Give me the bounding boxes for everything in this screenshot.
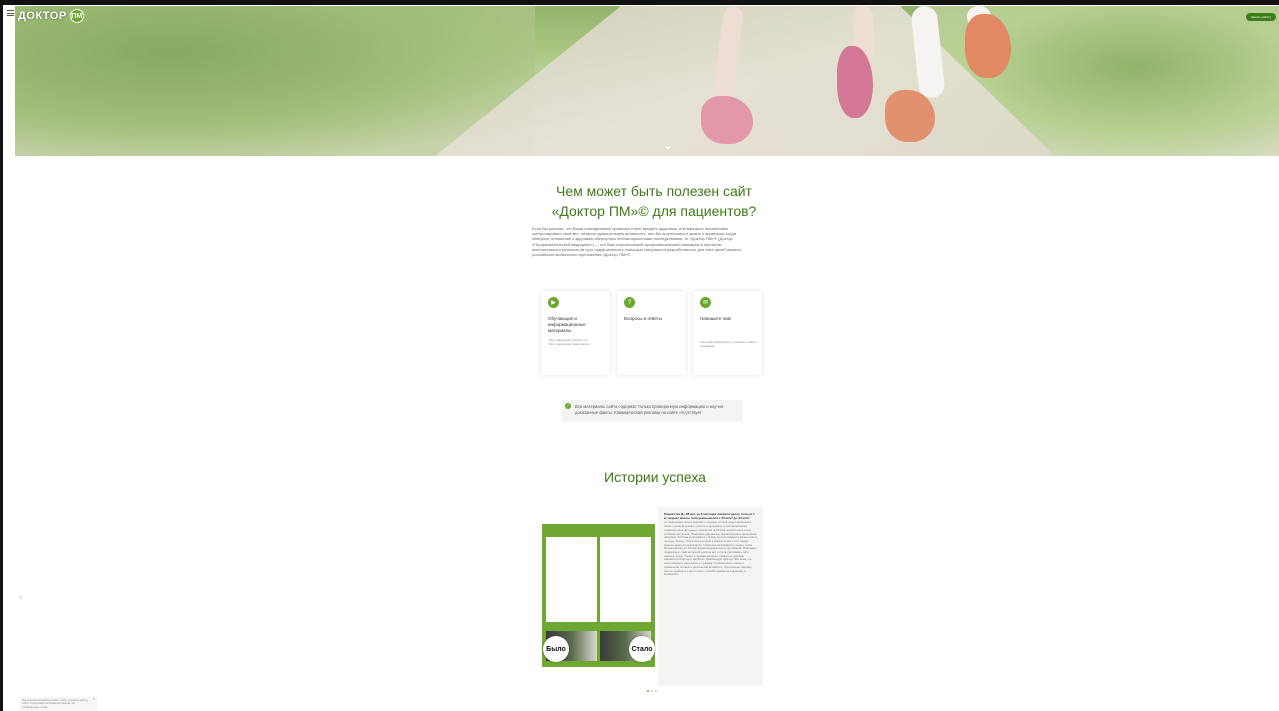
logo-badge: ПМ [69, 9, 84, 23]
card-text: Представьте Ваш вопрос и уточнения о сай… [700, 341, 758, 348]
play-icon: ▶ [548, 297, 559, 308]
header-action-button[interactable]: Начать работу [1246, 13, 1276, 21]
logo-text: ДОКТОР [18, 10, 67, 22]
card-bullets: Все о материалах для всех тем Все о мате… [548, 339, 606, 346]
before-photo-frame [546, 537, 597, 622]
card-bullet[interactable]: Все о материалах профилактики [548, 343, 606, 347]
info-note-text: Все материалы сайта содержат только пров… [575, 404, 725, 415]
cookie-banner: Мы используем файлы cookie, чтобы улучши… [19, 696, 97, 711]
menu-icon[interactable] [7, 10, 14, 16]
cookie-text: Мы используем файлы cookie, чтобы улучши… [22, 699, 89, 709]
slider-dot[interactable] [651, 690, 653, 692]
card-title: Обучающие и информационные материалы [548, 316, 586, 333]
chevron-down-icon[interactable]: ⌄ [663, 138, 673, 152]
after-label: Стало [629, 636, 655, 662]
card-materials[interactable]: ▶ Обучающие и информационные материалы В… [541, 291, 610, 654]
after-photo-frame [600, 537, 651, 622]
hero-overlay [15, 6, 1279, 156]
card-title: Вопросы и ответы [624, 316, 662, 321]
check-icon: ✓ [565, 403, 571, 409]
stories-title: Истории успеха [604, 469, 706, 485]
site-logo[interactable]: ДОКТОР ПМ [18, 9, 84, 23]
card-title: Напишите нам [700, 316, 731, 321]
intro-text: Если Вы решили, что Ваши повседневные пр… [532, 226, 742, 258]
info-note: ✓ Все материалы сайта содержат только пр… [562, 400, 743, 422]
before-label: Было [543, 636, 569, 662]
message-icon: ✉ [700, 297, 711, 308]
intro-title-line1: Чем может быть полезен сайт [556, 183, 752, 199]
slider-dot[interactable] [655, 690, 657, 692]
chevron-left-icon[interactable]: ‹ [19, 592, 22, 602]
card-contact[interactable]: ✉ Напишите нам Представьте Ваш вопрос и … [693, 291, 762, 654]
story-lead: Пациентка Д., 38 лет, за 6 месяцев снизи… [664, 512, 755, 521]
slider-dot[interactable] [647, 690, 649, 692]
hero-banner: ⌄ [15, 6, 1279, 156]
intro-title-line2: «Доктор ПМ»© для пациентов? [551, 203, 757, 219]
story-text-card: Пациентка Д., 38 лет, за 6 месяцев снизи… [658, 507, 763, 686]
intro-title: Чем может быть полезен сайт «Доктор ПМ»©… [504, 181, 804, 221]
story-before-after-image: Было Стало [542, 524, 655, 667]
slider-dots [647, 690, 657, 692]
close-icon[interactable]: × [93, 696, 95, 701]
card-faq[interactable]: ? Вопросы и ответы ПЕРЕЙТИ [617, 291, 686, 654]
question-icon: ? [624, 297, 635, 308]
story-body: «С появлением своего здорового подхода, … [664, 521, 757, 577]
